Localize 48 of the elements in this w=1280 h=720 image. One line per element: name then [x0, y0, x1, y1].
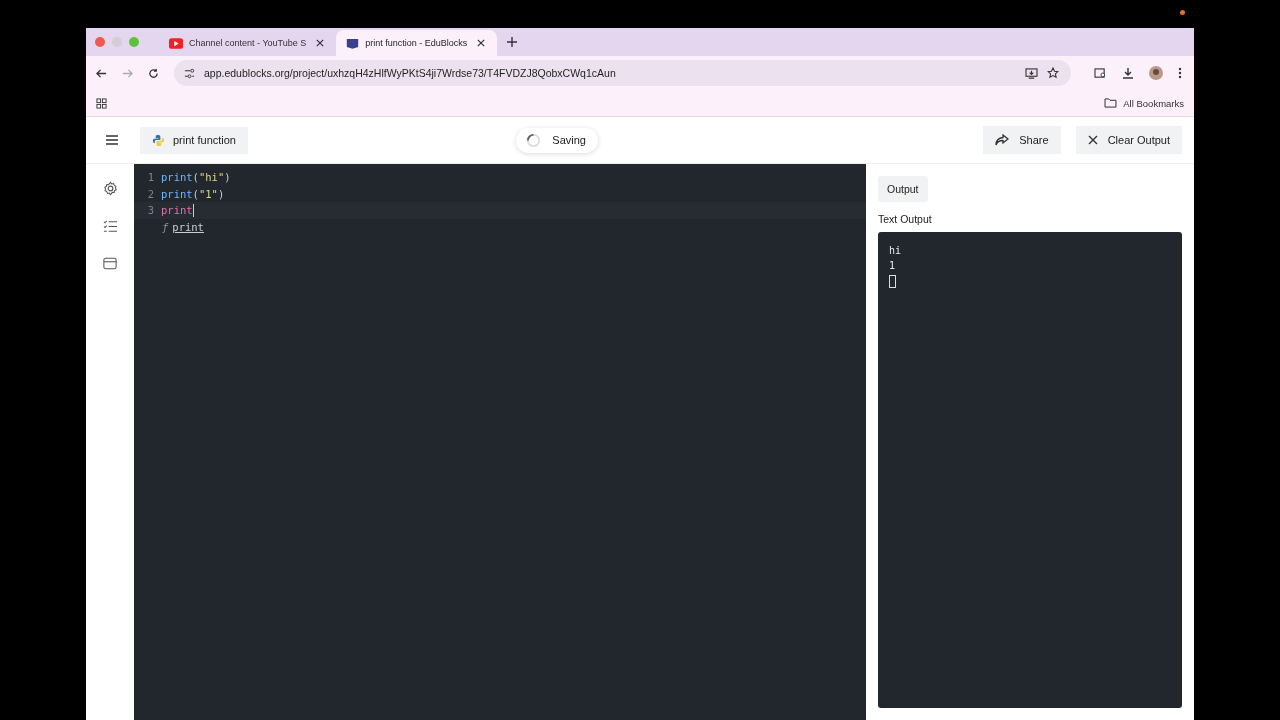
output-line: 1 [889, 260, 897, 273]
tab-title: Channel content - YouTube S [189, 38, 307, 48]
share-icon [995, 134, 1010, 146]
line-number: 3 [146, 204, 154, 217]
output-line: hi [889, 245, 903, 258]
download-icon[interactable] [1122, 67, 1134, 79]
status-text: Saving [552, 134, 586, 146]
browser-tab[interactable]: print function - EduBlocks [336, 30, 498, 56]
close-icon[interactable] [316, 39, 325, 47]
address-bar[interactable]: app.edublocks.org/project/uxhzqH4zHlfWyPKtS4ji7Wrdse73/T4FVDZJ8QobxCWq1cAun [174, 60, 1071, 86]
autocomplete-item[interactable]: ƒ print [162, 218, 332, 235]
edu-logo-icon [346, 37, 360, 49]
package-icon[interactable] [103, 257, 117, 270]
apps-icon[interactable] [96, 97, 107, 109]
new-tab-icon[interactable] [507, 37, 518, 47]
code-line: print("hi") [161, 171, 231, 184]
project-name-button[interactable]: print function [140, 126, 248, 154]
python-logo-icon [152, 133, 165, 147]
star-icon[interactable] [1047, 67, 1059, 79]
line-number: 1 [146, 171, 154, 184]
folder-icon [1104, 98, 1118, 108]
clear-output-button[interactable]: Clear Output [1075, 126, 1182, 154]
tab-title: print function - EduBlocks [365, 38, 468, 48]
output-tab[interactable]: Output [878, 176, 928, 202]
settings-icon[interactable] [102, 181, 118, 196]
url-text: app.edublocks.org/project/uxhzqH4zHlfWyPKtS4ji7Wrdse73/T4FVDZJ8QobxCWq1cAun [204, 67, 616, 79]
code-line: print("1") [161, 187, 225, 200]
lens-icon[interactable] [1094, 67, 1107, 79]
spinner-icon [526, 132, 542, 148]
menu-icon[interactable] [1178, 67, 1182, 79]
install-icon[interactable] [1025, 67, 1038, 79]
reload-icon[interactable] [148, 67, 159, 79]
video-icon [169, 37, 183, 49]
browser-tab[interactable]: Channel content - YouTube S [159, 30, 335, 56]
checklist-icon[interactable] [102, 220, 118, 233]
share-button[interactable]: Share [983, 126, 1061, 154]
back-icon[interactable] [96, 67, 107, 79]
code-line: print [161, 204, 193, 217]
recording-dot [1180, 10, 1185, 15]
bookmarks-folder[interactable]: All Bookmarks [1104, 97, 1184, 109]
code-editor[interactable]: 1 print("hi") 2 print("1") 3 print ƒ print [134, 164, 866, 720]
close-icon [1087, 135, 1098, 145]
line-number: 2 [146, 187, 154, 200]
close-icon[interactable] [477, 39, 486, 47]
avatar-icon[interactable] [1149, 66, 1163, 80]
menu-icon[interactable] [106, 135, 118, 145]
site-settings-icon[interactable] [184, 67, 195, 79]
section-heading: Text Output [878, 213, 933, 225]
